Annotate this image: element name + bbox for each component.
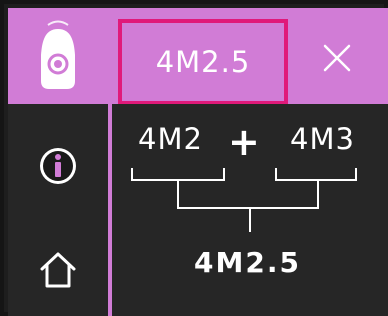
- current-value-text: 4M2.5: [155, 45, 251, 79]
- close-button[interactable]: [317, 38, 357, 78]
- device-icon: [35, 19, 81, 93]
- current-value-display[interactable]: 4M2.5: [118, 19, 288, 105]
- header: 4M2.5: [112, 8, 388, 105]
- result-value: 4M2.5: [194, 246, 301, 279]
- sidebar-item-device[interactable]: [8, 8, 108, 104]
- calculation-panel: 4M2 + 4M3 4M2.5: [112, 104, 388, 316]
- info-icon: [38, 146, 78, 186]
- sidebar-item-info[interactable]: [8, 118, 108, 214]
- combination-bracket: [131, 168, 357, 232]
- home-icon: [37, 249, 79, 291]
- screen: 4M2.5 4M2 + 4M3 4M2.5: [0, 0, 388, 316]
- sidebar: [8, 8, 108, 316]
- close-icon: [317, 38, 357, 78]
- sidebar-item-home[interactable]: [8, 222, 108, 316]
